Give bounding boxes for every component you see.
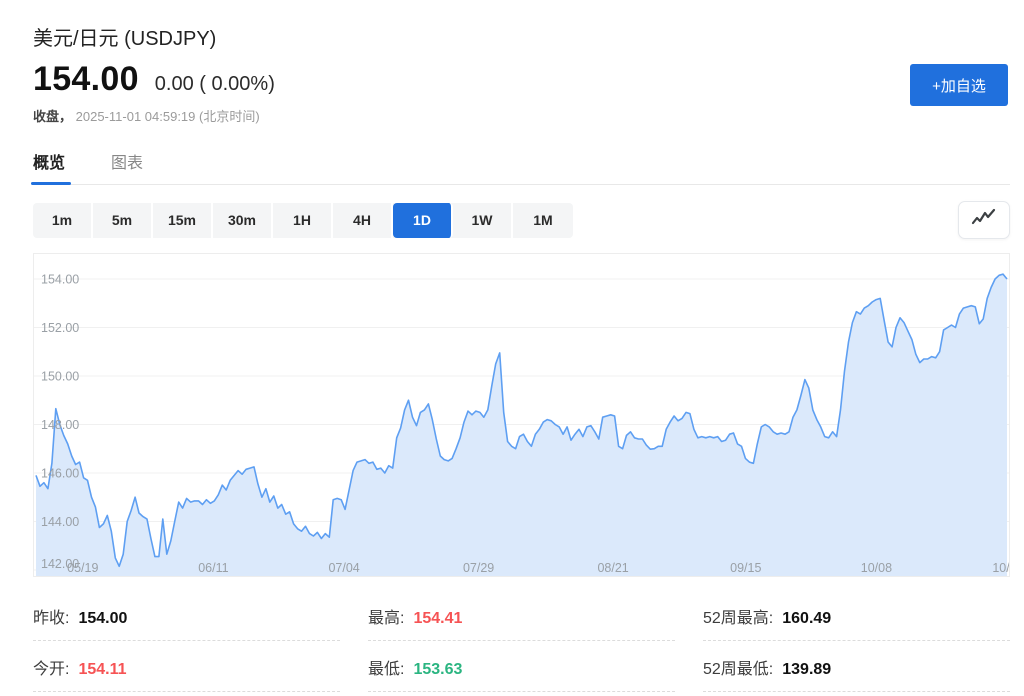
stat-item: 52周最低: 139.89 <box>703 641 1010 692</box>
stat-item: 昨收: 154.00 <box>33 590 340 641</box>
y-axis-label: 150.00 <box>41 370 79 384</box>
stat-label: 最高: <box>368 604 404 628</box>
interval-button-1H[interactable]: 1H <box>273 203 333 238</box>
tab-chart[interactable]: 图表 <box>111 149 143 184</box>
y-axis-label: 152.00 <box>41 321 79 335</box>
x-axis-label: 09/15 <box>730 561 761 575</box>
stat-label: 52周最低: <box>703 655 773 679</box>
page-title: 美元/日元 (USDJPY) <box>33 0 1010 51</box>
chart-type-button[interactable] <box>958 201 1010 239</box>
stat-item: 最高: 154.41 <box>368 590 675 641</box>
y-axis-label: 154.00 <box>41 273 79 287</box>
stat-value: 139.89 <box>782 661 831 679</box>
stat-item: 52周最高: 160.49 <box>703 590 1010 641</box>
interval-button-1W[interactable]: 1W <box>453 203 513 238</box>
x-axis-label: 10/31 <box>992 561 1009 575</box>
price-chart-area[interactable]: 154.00152.00150.00148.00146.00144.00142.… <box>33 253 1010 577</box>
quote-page: 美元/日元 (USDJPY) 154.00 0.00 ( 0.00%) 收盘， … <box>0 0 1024 696</box>
x-axis-label: 05/19 <box>67 561 98 575</box>
y-axis-label: 148.00 <box>41 418 79 432</box>
y-axis-label: 144.00 <box>41 515 79 529</box>
stat-label: 52周最高: <box>703 604 773 628</box>
stat-value: 153.63 <box>413 661 462 679</box>
interval-button-1m[interactable]: 1m <box>33 203 93 238</box>
market-status-label: 收盘， <box>33 109 72 124</box>
price-area-fill <box>36 274 1007 576</box>
price-row: 154.00 0.00 ( 0.00%) <box>33 60 1010 99</box>
price-change: 0.00 ( 0.00%) <box>155 73 275 96</box>
stat-item: 最低: 153.63 <box>368 641 675 692</box>
tab-overview[interactable]: 概览 <box>33 149 65 184</box>
interval-button-1D[interactable]: 1D <box>393 203 453 238</box>
stats-panel: 昨收: 154.00 最高: 154.41 52周最高: 160.49 今开: 154.11 最… <box>33 590 1010 692</box>
close-timestamp: 2025-11-01 04:59:19 (北京时间) <box>76 109 260 124</box>
interval-button-1M[interactable]: 1M <box>513 203 573 238</box>
stat-label: 今开: <box>33 655 69 679</box>
interval-selector: 1m5m15m30m1H4H1D1W1M <box>33 203 573 238</box>
line-chart-icon <box>971 208 997 233</box>
x-axis-label: 08/21 <box>597 561 628 575</box>
interval-button-4H[interactable]: 4H <box>333 203 393 238</box>
interval-button-15m[interactable]: 15m <box>153 203 213 238</box>
stat-item: 今开: 154.11 <box>33 641 340 692</box>
interval-button-30m[interactable]: 30m <box>213 203 273 238</box>
stat-value: 154.41 <box>413 610 462 628</box>
stat-value: 160.49 <box>782 610 831 628</box>
x-axis-label: 07/29 <box>463 561 494 575</box>
close-info: 收盘， 2025-11-01 04:59:19 (北京时间) <box>33 106 1010 125</box>
last-price: 154.00 <box>33 60 139 99</box>
stat-label: 昨收: <box>33 604 69 628</box>
interval-button-5m[interactable]: 5m <box>93 203 153 238</box>
y-axis-label: 146.00 <box>41 467 79 481</box>
add-watchlist-button[interactable]: +加自选 <box>910 64 1008 106</box>
x-axis-label: 10/08 <box>861 561 892 575</box>
x-axis-label: 06/11 <box>198 561 228 575</box>
stat-label: 最低: <box>368 655 404 679</box>
x-axis-label: 07/04 <box>328 561 359 575</box>
tab-bar: 概览 图表 <box>33 149 1010 185</box>
stat-value: 154.00 <box>78 610 127 628</box>
stat-value: 154.11 <box>78 661 126 679</box>
chart-toolbar: 1m5m15m30m1H4H1D1W1M <box>33 201 1010 239</box>
